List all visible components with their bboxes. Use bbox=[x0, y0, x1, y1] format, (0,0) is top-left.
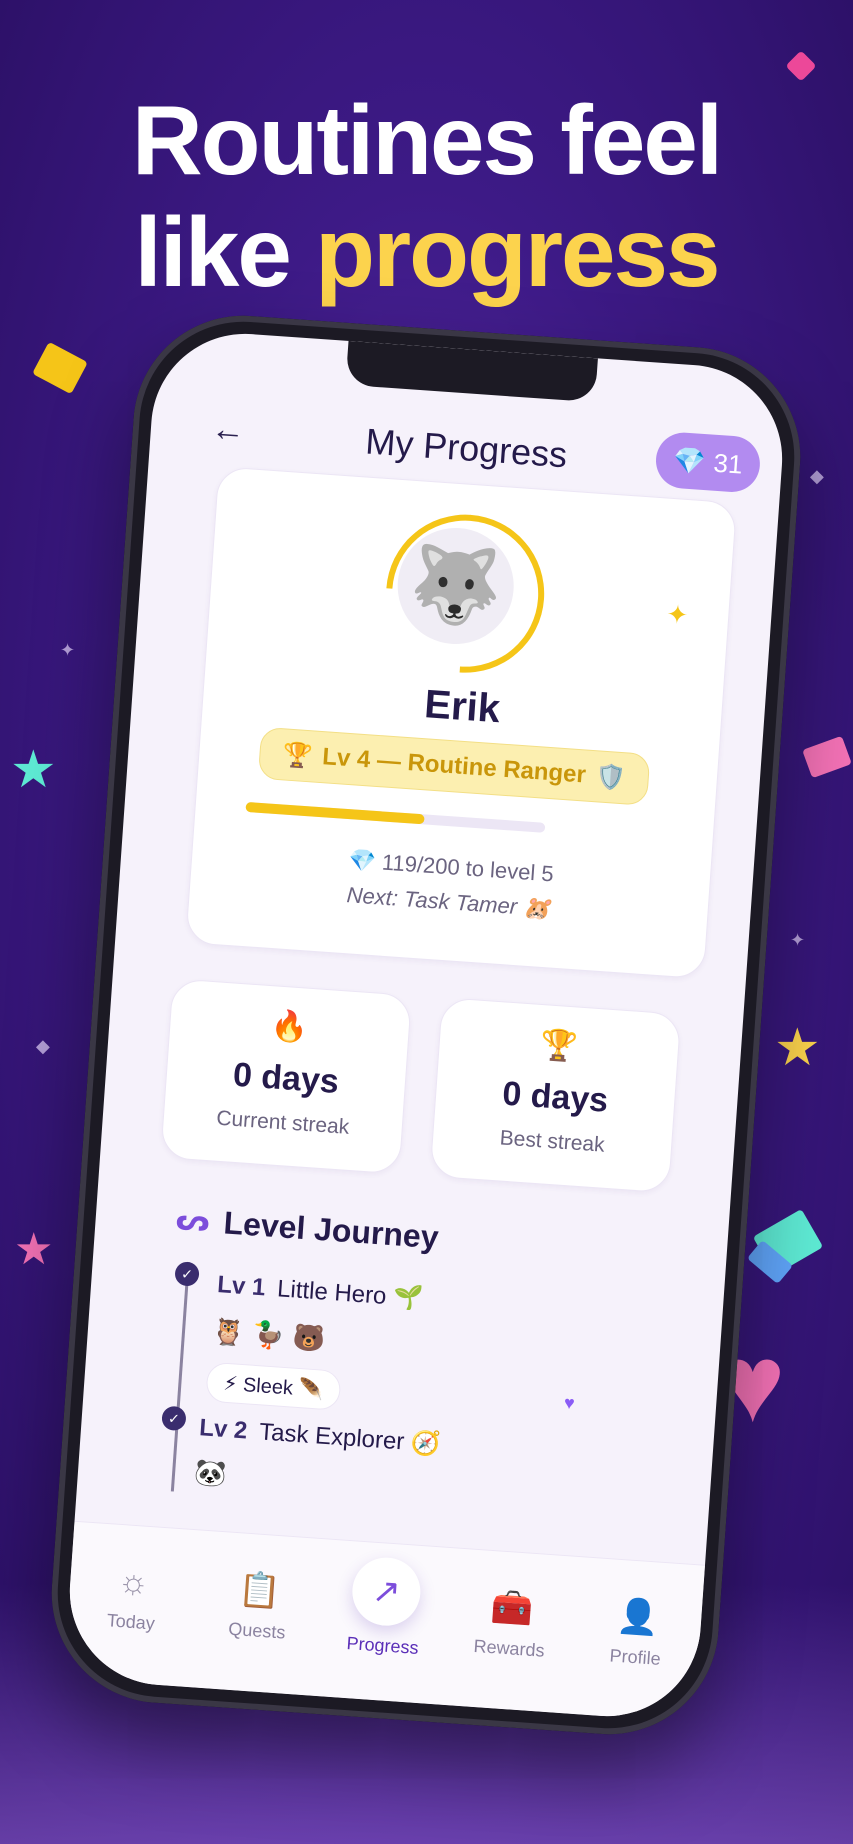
heart-icon: ♥ bbox=[563, 1392, 576, 1414]
sparkle-4: ✦ bbox=[790, 930, 806, 950]
nav-rewards[interactable]: 🧰 Rewards bbox=[458, 1585, 563, 1663]
best-streak-value: 0 days bbox=[501, 1074, 610, 1120]
best-streak-card: 🏆 0 days Best streak bbox=[429, 997, 682, 1194]
gem-balance[interactable]: 💎 31 bbox=[654, 430, 762, 494]
xp-progress-bar bbox=[245, 801, 546, 833]
phone-frame: ← My Progress 💎 31 🐺 ✦ Erik 🏆 Lv 4 — Rou… bbox=[44, 308, 808, 1742]
profile-card: 🐺 ✦ Erik 🏆 Lv 4 — Routine Ranger 🛡️ 💎 11… bbox=[185, 466, 738, 980]
reward-badge[interactable]: ⚡ Sleek 🪶 bbox=[205, 1361, 342, 1411]
level-item[interactable]: Lv 2 Task Explorer 🧭 bbox=[198, 1413, 441, 1459]
gem-icon: 💎 bbox=[672, 444, 707, 477]
level-name: Little Hero 🌱 bbox=[276, 1275, 424, 1313]
sun-icon: ☼ bbox=[116, 1561, 151, 1603]
best-streak-label: Best streak bbox=[498, 1126, 606, 1157]
level-mascots: 🦉🦆🐻 bbox=[211, 1315, 335, 1355]
sparkle-2: ◆ bbox=[36, 1036, 50, 1056]
notch bbox=[345, 340, 598, 403]
check-icon: ✓ bbox=[174, 1261, 200, 1287]
headline-line2-prefix: like bbox=[134, 197, 316, 307]
confetti-pink-right bbox=[802, 735, 852, 779]
confetti-pink bbox=[785, 50, 817, 82]
sparkle-1: ◆ bbox=[810, 466, 824, 486]
nav-label: Today bbox=[106, 1610, 156, 1634]
star-teal: ★ bbox=[10, 741, 57, 799]
level-item[interactable]: Lv 1 Little Hero 🌱 bbox=[216, 1270, 423, 1313]
check-icon: ✓ bbox=[161, 1405, 187, 1432]
trophy-icon: 🏆 bbox=[539, 1028, 579, 1064]
sparkle-3: ✦ bbox=[60, 640, 76, 660]
headline-line2: like progress bbox=[0, 196, 853, 308]
nav-label: Quests bbox=[227, 1618, 287, 1643]
trend-up-icon: ↗ bbox=[350, 1555, 423, 1628]
level-journey-header: ᔕ Level Journey bbox=[175, 1201, 440, 1256]
route-icon: ᔕ bbox=[174, 1203, 211, 1239]
current-streak-label: Current streak bbox=[215, 1106, 350, 1139]
headline-accent: progress bbox=[315, 197, 720, 307]
level-mascots: 🐼 bbox=[193, 1456, 236, 1490]
level-journey-title: Level Journey bbox=[222, 1204, 440, 1256]
phone-screen: ← My Progress 💎 31 🐺 ✦ Erik 🏆 Lv 4 — Rou… bbox=[63, 327, 789, 1723]
trophy-icon: 🏆 bbox=[281, 740, 314, 770]
nav-quests[interactable]: 📋 Quests bbox=[206, 1567, 311, 1645]
confetti-yellow bbox=[32, 341, 88, 395]
bottom-nav: ☼ Today 📋 Quests ↗ Progress 🧰 Rewards 👤 … bbox=[63, 1520, 706, 1723]
shield-icon: 🛡️ bbox=[594, 762, 627, 792]
nav-today[interactable]: ☼ Today bbox=[80, 1559, 185, 1637]
nav-progress[interactable]: ↗ Progress bbox=[332, 1554, 439, 1660]
person-icon: 👤 bbox=[615, 1596, 661, 1638]
star-gold: ★ bbox=[774, 1019, 821, 1077]
level-name: Task Explorer 🧭 bbox=[258, 1418, 442, 1459]
headline: Routines feel like progress bbox=[0, 84, 853, 308]
clipboard-icon: 📋 bbox=[237, 1570, 283, 1612]
nav-label: Progress bbox=[345, 1632, 420, 1658]
gem-count: 31 bbox=[712, 447, 744, 480]
level-label: Lv 4 — Routine Ranger bbox=[321, 743, 587, 789]
current-streak-card: 🔥 0 days Current streak bbox=[160, 978, 413, 1175]
chest-icon: 🧰 bbox=[489, 1587, 535, 1629]
star-pink: ★ bbox=[14, 1225, 54, 1274]
headline-line1: Routines feel bbox=[131, 85, 723, 195]
xp-progress-fill bbox=[245, 801, 425, 825]
sparkle-icon: ✦ bbox=[665, 598, 690, 631]
level-number: Lv 1 bbox=[216, 1271, 267, 1302]
nav-label: Rewards bbox=[472, 1635, 546, 1661]
level-number: Lv 2 bbox=[198, 1414, 249, 1445]
current-streak-value: 0 days bbox=[231, 1055, 341, 1102]
nav-profile[interactable]: 👤 Profile bbox=[585, 1594, 690, 1672]
nav-label: Profile bbox=[609, 1645, 662, 1669]
timeline-line bbox=[170, 1261, 190, 1492]
fire-icon: 🔥 bbox=[269, 1009, 310, 1045]
